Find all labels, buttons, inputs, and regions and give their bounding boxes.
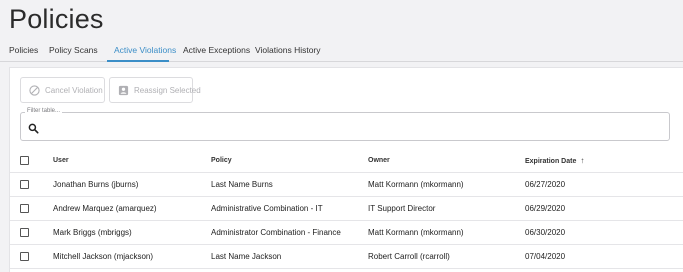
cell-user: Mitchell Jackson (mjackson): [53, 252, 154, 261]
tab-active-exceptions[interactable]: Active Exceptions: [183, 45, 250, 55]
cell-policy: Last Name Jackson: [211, 252, 282, 261]
cell-expiration-date: 06/30/2020: [525, 228, 566, 237]
cell-owner: IT Support Director: [368, 204, 436, 213]
row-checkbox[interactable]: [20, 228, 29, 237]
tab-policy-scans[interactable]: Policy Scans: [49, 45, 98, 55]
reassign-user-icon: [118, 85, 129, 96]
cell-policy: Administrator Combination - Finance: [211, 228, 341, 237]
reassign-selected-button[interactable]: Reassign Selected: [109, 77, 201, 103]
reassign-selected-label: Reassign Selected: [134, 85, 201, 95]
cancel-circle-icon: [29, 84, 40, 96]
search-icon: [28, 121, 39, 139]
select-all-checkbox[interactable]: [20, 156, 29, 165]
cell-user: Mark Briggs (mbriggs): [53, 228, 132, 237]
cell-owner: Matt Kormann (mkormann): [368, 228, 464, 237]
table-row[interactable]: Mark Briggs (mbriggs) Administrator Comb…: [10, 221, 683, 245]
table-row[interactable]: Mitchell Jackson (mjackson) Last Name Ja…: [10, 245, 683, 269]
tab-violations-history[interactable]: Violations History: [255, 45, 321, 55]
cell-expiration-date: 06/29/2020: [525, 204, 566, 213]
row-checkbox[interactable]: [20, 204, 29, 213]
filter-input[interactable]: [45, 119, 655, 135]
table-row[interactable]: Jonathan Burns (jburns) Last Name Burns …: [10, 173, 683, 197]
active-tab-indicator: [107, 60, 169, 62]
tab-bar: Policies Policy Scans Active Violations …: [0, 40, 683, 62]
column-header-user[interactable]: User: [53, 149, 69, 173]
violations-card: Cancel Violation Reassign Selected Filte…: [9, 67, 683, 272]
page-title: Policies: [9, 4, 104, 34]
tab-policies[interactable]: Policies: [9, 45, 38, 55]
cancel-violation-label: Cancel Violation: [45, 85, 103, 95]
cell-policy: Administrative Combination - IT: [211, 204, 323, 213]
cell-expiration-date: 07/04/2020: [525, 252, 566, 261]
cell-owner: Robert Carroll (rcarroll): [368, 252, 450, 261]
cell-expiration-date: 06/27/2020: [525, 180, 566, 189]
row-checkbox[interactable]: [20, 180, 29, 189]
table-row[interactable]: Andrew Marquez (amarquez) Administrative…: [10, 197, 683, 221]
sort-ascending-icon[interactable]: ↑: [580, 149, 584, 173]
violations-table: User Policy Owner Expiration Date ↑ Jonat…: [10, 149, 683, 269]
filter-field: Filter table...: [20, 108, 670, 141]
cell-user: Andrew Marquez (amarquez): [53, 204, 157, 213]
cancel-violation-button[interactable]: Cancel Violation: [20, 77, 105, 103]
column-header-owner[interactable]: Owner: [368, 149, 390, 173]
cell-owner: Matt Kormann (mkormann): [368, 180, 464, 189]
column-header-policy[interactable]: Policy: [211, 149, 232, 173]
tab-active-violations[interactable]: Active Violations: [114, 45, 176, 55]
table-header-row: User Policy Owner Expiration Date ↑: [10, 149, 683, 173]
column-header-expiration-date[interactable]: Expiration Date ↑: [525, 149, 584, 173]
cell-user: Jonathan Burns (jburns): [53, 180, 139, 189]
cell-policy: Last Name Burns: [211, 180, 273, 189]
expiration-header-label: Expiration Date: [525, 158, 577, 165]
row-checkbox[interactable]: [20, 252, 29, 261]
filter-legend: Filter table...: [25, 108, 63, 114]
